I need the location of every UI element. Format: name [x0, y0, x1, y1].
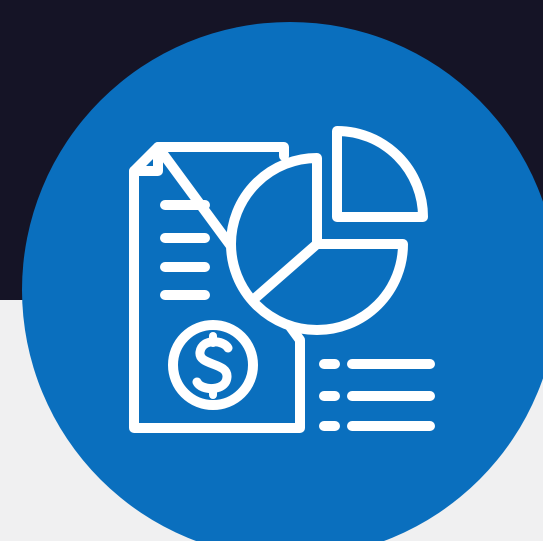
icon-canvas	[0, 0, 543, 541]
financial-report-badge	[22, 22, 543, 541]
